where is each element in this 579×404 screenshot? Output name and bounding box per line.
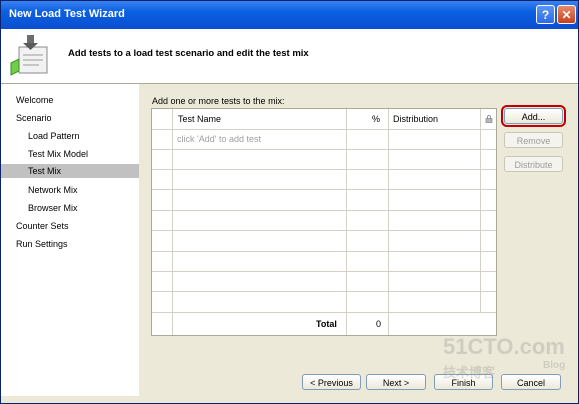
placeholder-text: click 'Add' to add test [177,134,261,144]
nav-item-label: Test Mix [28,166,62,176]
test-mix-grid[interactable]: Test Name % Distribution click 'Add' to … [151,108,497,336]
nav-item-label: Welcome [16,95,54,105]
previous-button[interactable]: < Previous [302,374,361,390]
nav-item-label: Browser Mix [28,203,78,213]
column-header-distribution[interactable]: Distribution [393,114,438,124]
nav-item-label: Network Mix [28,185,78,195]
add-button[interactable]: Add... [501,105,566,127]
wizard-icon [10,35,48,76]
nav-item-label: Counter Sets [16,221,69,231]
nav-item-test-mix-model[interactable]: Test Mix Model [1,147,139,161]
close-button[interactable]: ✕ [557,5,576,24]
nav-item-label: Run Settings [16,239,68,249]
total-value: 0 [376,319,382,329]
nav-item-load-pattern[interactable]: Load Pattern [1,129,139,143]
title-bar: New Load Test Wizard ? ✕ [1,1,578,29]
watermark-site: 51CTO.com [443,334,565,359]
nav-item-test-mix[interactable]: Test Mix [1,164,139,178]
nav-item-label: Scenario [16,113,52,123]
wizard-window: New Load Test Wizard ? ✕ Add tests to a … [0,0,579,404]
nav-item-label: Load Pattern [28,131,80,141]
remove-button[interactable]: Remove [504,132,563,148]
header-title: Add tests to a load test scenario and ed… [68,48,309,59]
grid-label: Add one or more tests to the mix: [152,96,285,106]
watermark-blog: Blog [543,360,566,371]
column-header-percent[interactable]: % [372,114,380,124]
next-button[interactable]: Next > [366,374,426,390]
column-header-test-name[interactable]: Test Name [178,114,221,124]
wizard-nav: Welcome Scenario Load Pattern Test Mix M… [1,84,139,396]
nav-item-browser-mix[interactable]: Browser Mix [1,201,139,215]
total-label: Total [316,319,337,329]
site-watermark: 51CTO.com 技术博客 Blog [443,334,573,394]
distribute-button[interactable]: Distribute [504,156,563,172]
lock-icon[interactable] [485,115,493,123]
help-button[interactable]: ? [536,5,555,24]
nav-item-counter-sets[interactable]: Counter Sets [1,219,139,233]
nav-item-welcome[interactable]: Welcome [1,93,139,107]
wizard-header: Add tests to a load test scenario and ed… [1,29,578,84]
nav-item-run-settings[interactable]: Run Settings [1,237,139,251]
window-title: New Load Test Wizard [9,8,125,20]
nav-item-label: Test Mix Model [28,149,89,159]
nav-item-network-mix[interactable]: Network Mix [1,183,139,197]
nav-item-scenario[interactable]: Scenario [1,111,139,125]
watermark-sub: 技术博客 [443,365,496,380]
